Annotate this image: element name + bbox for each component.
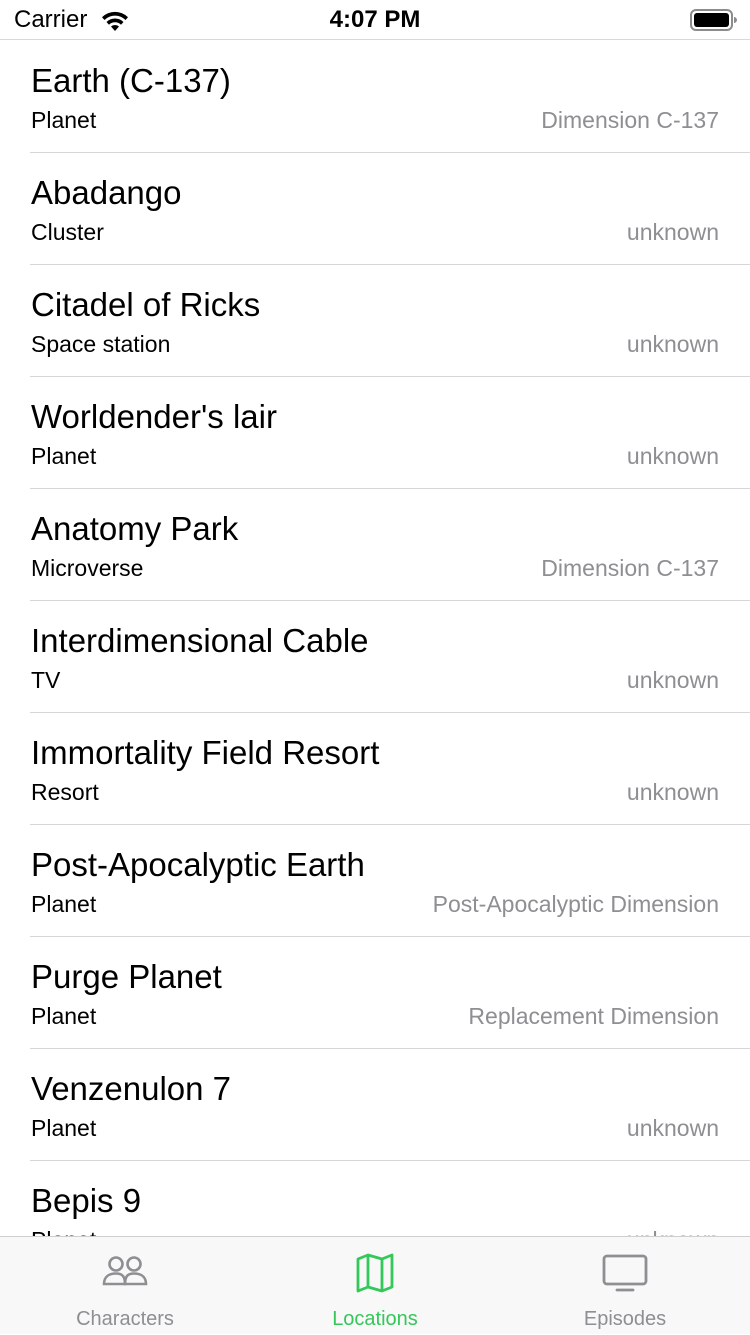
location-dimension: Replacement Dimension — [468, 1003, 719, 1029]
people-icon — [102, 1256, 148, 1286]
location-name: Bepis 9 — [31, 1182, 142, 1219]
location-type: Cluster — [31, 219, 104, 245]
location-row[interactable]: Earth (C-137) Planet Dimension C-137 — [0, 41, 750, 153]
location-dimension: Dimension C-137 — [541, 555, 719, 581]
location-type: Space station — [31, 331, 171, 357]
location-name: Citadel of Ricks — [31, 286, 261, 323]
locations-list[interactable]: Earth (C-137) Planet Dimension C-137 Aba… — [0, 41, 750, 1236]
location-name: Venzenulon 7 — [31, 1070, 232, 1107]
status-bar: Carrier 4:07 PM — [0, 0, 750, 40]
location-name: Earth (C-137) — [31, 62, 231, 99]
location-row[interactable]: Immortality Field Resort Resort unknown — [0, 713, 750, 825]
location-row[interactable]: Anatomy Park Microverse Dimension C-137 — [0, 489, 750, 601]
location-dimension: unknown — [626, 443, 719, 469]
location-dimension: unknown — [627, 1225, 719, 1236]
location-name: Post-Apocalyptic Earth — [31, 846, 365, 883]
location-type: Planet — [31, 891, 97, 917]
location-dimension: unknown — [626, 667, 719, 693]
location-row[interactable]: Post-Apocalyptic Earth Planet Post-Apoca… — [0, 825, 750, 937]
tab-label: Locations — [332, 1308, 418, 1330]
location-name: Purge Planet — [31, 958, 222, 995]
tab-label: Characters — [76, 1308, 174, 1330]
location-type: Planet — [31, 443, 97, 469]
location-row[interactable]: Interdimensional Cable TV unknown — [0, 601, 750, 713]
location-type: Planet — [31, 107, 97, 133]
location-name: Worldender's lair — [31, 398, 277, 435]
tab-bar: Characters Locations Episodes — [0, 1236, 750, 1334]
location-row[interactable]: Abadango Cluster unknown — [0, 153, 750, 265]
tab-episodes[interactable]: Episodes — [500, 1237, 750, 1335]
location-row[interactable]: Worldender's lair Planet unknown — [0, 377, 750, 489]
location-name: Anatomy Park — [31, 510, 239, 547]
location-dimension: unknown — [626, 1115, 719, 1141]
tab-label: Episodes — [583, 1308, 667, 1330]
location-dimension: Dimension C-137 — [541, 107, 719, 133]
location-type: Planet — [31, 1225, 96, 1236]
battery-icon — [690, 9, 737, 31]
tab-locations[interactable]: Locations — [250, 1237, 500, 1335]
location-dimension: unknown — [626, 219, 719, 245]
location-dimension: unknown — [626, 779, 719, 805]
location-name: Interdimensional Cable — [31, 622, 369, 659]
map-icon — [356, 1253, 394, 1293]
location-row[interactable]: Bepis 9 Planet unknown — [0, 1161, 750, 1236]
location-type: TV — [31, 667, 61, 693]
location-name: Immortality Field Resort — [31, 734, 380, 771]
location-type: Resort — [31, 779, 99, 805]
status-time: 4:07 PM — [329, 6, 421, 33]
location-row[interactable]: Citadel of Ricks Space station unknown — [0, 265, 750, 377]
location-dimension: Post-Apocalyptic Dimension — [432, 891, 719, 917]
location-dimension: unknown — [626, 331, 719, 357]
location-type: Microverse — [31, 555, 144, 581]
location-row[interactable]: Purge Planet Planet Replacement Dimensio… — [0, 937, 750, 1049]
tab-characters[interactable]: Characters — [0, 1237, 250, 1335]
tv-icon — [602, 1254, 648, 1292]
location-type: Planet — [31, 1115, 97, 1141]
location-row[interactable]: Venzenulon 7 Planet unknown — [0, 1049, 750, 1161]
location-name: Abadango — [31, 174, 182, 211]
location-type: Planet — [31, 1003, 97, 1029]
